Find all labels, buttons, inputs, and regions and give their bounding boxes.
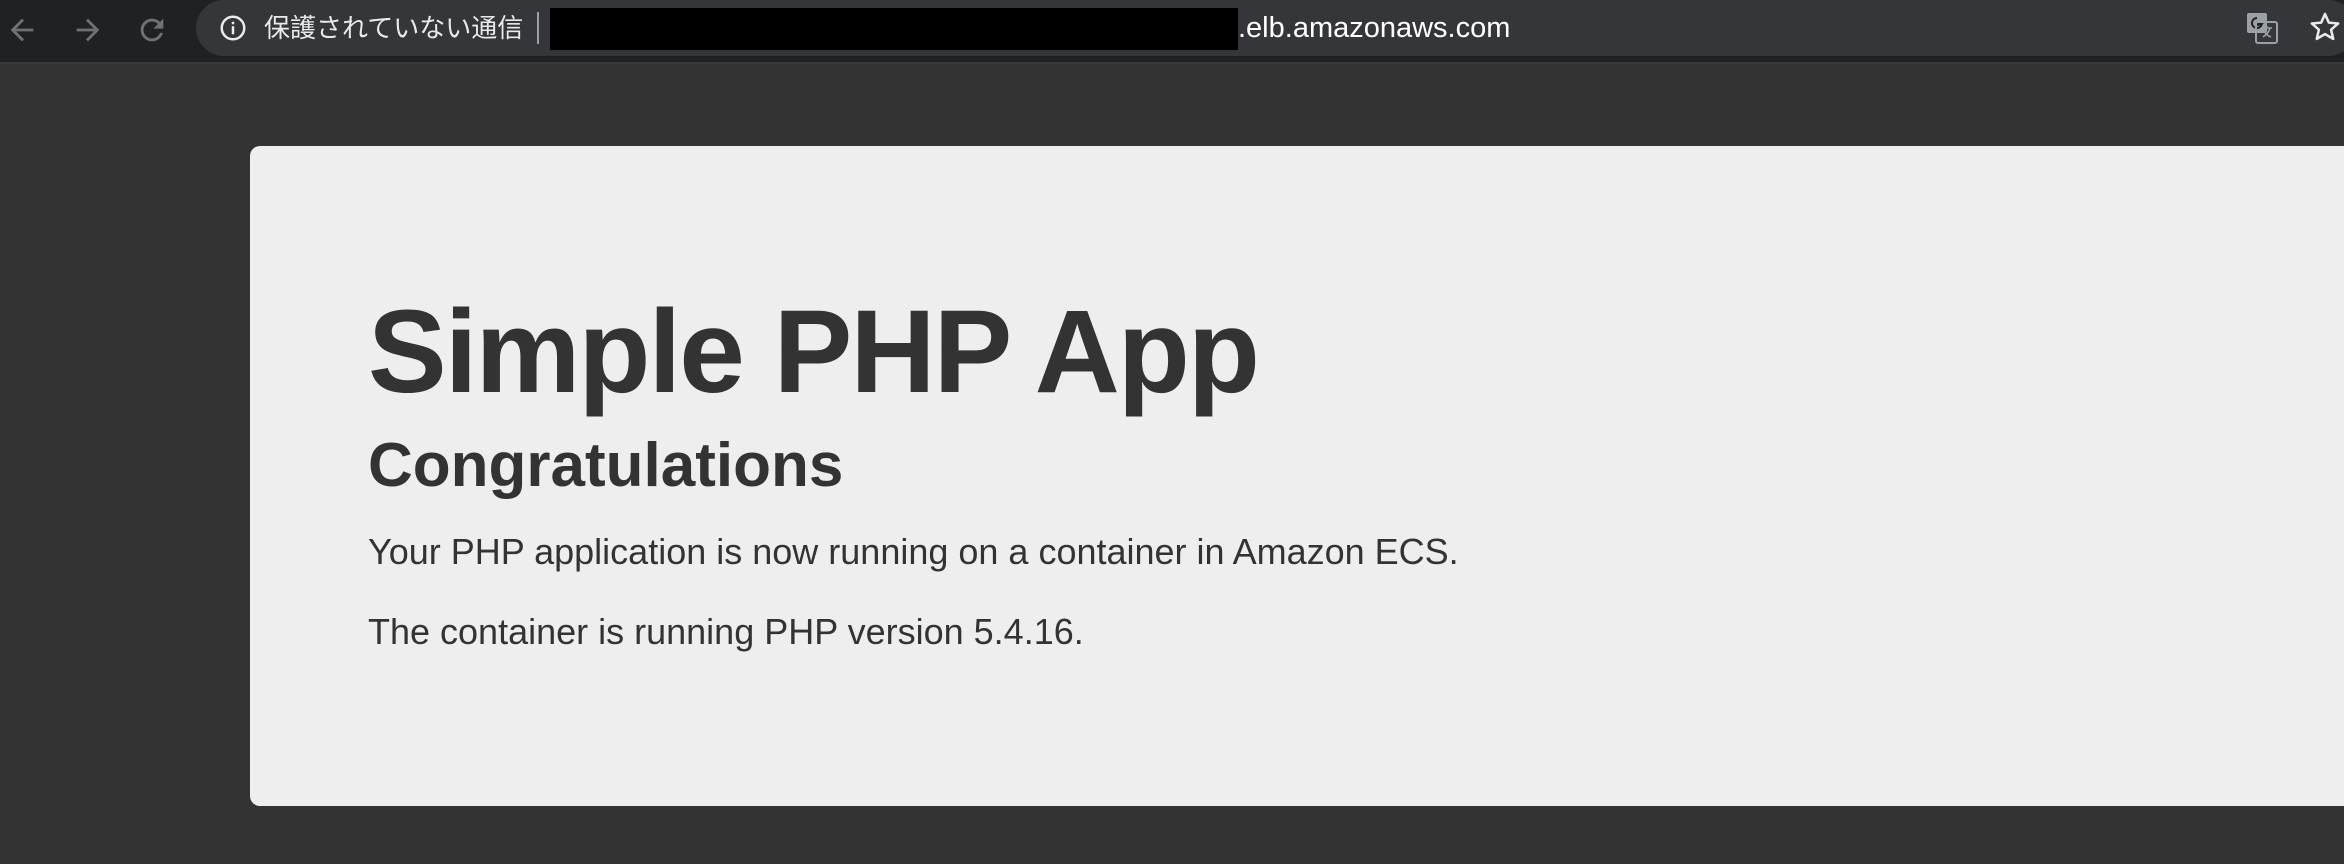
page-title: Simple PHP App — [368, 286, 1260, 418]
arrow-right-icon — [76, 18, 100, 42]
reload-icon — [140, 18, 164, 42]
arrow-left-icon — [10, 18, 34, 42]
translate-icon[interactable] — [2246, 12, 2278, 44]
content-card: Simple PHP App Congratulations Your PHP … — [250, 146, 2344, 806]
url-suffix[interactable]: .elb.amazonaws.com — [1238, 9, 1510, 47]
security-status-text[interactable]: 保護されていない通信 — [264, 9, 523, 47]
address-bar[interactable]: 保護されていない通信 .elb.amazonaws.com — [196, 0, 2344, 56]
forward-button[interactable] — [66, 8, 110, 52]
back-button[interactable] — [0, 8, 44, 52]
star-icon[interactable] — [2308, 10, 2342, 44]
status-message: Your PHP application is now running on a… — [368, 531, 1459, 572]
reload-button[interactable] — [130, 8, 174, 52]
php-version-text: The container is running PHP version 5.4… — [368, 611, 1084, 652]
redacted-hostname — [550, 8, 1238, 50]
browser-toolbar: 保護されていない通信 .elb.amazonaws.com — [0, 0, 2344, 64]
info-icon[interactable] — [218, 13, 248, 43]
page-subtitle: Congratulations — [368, 431, 844, 500]
address-separator — [537, 12, 539, 44]
